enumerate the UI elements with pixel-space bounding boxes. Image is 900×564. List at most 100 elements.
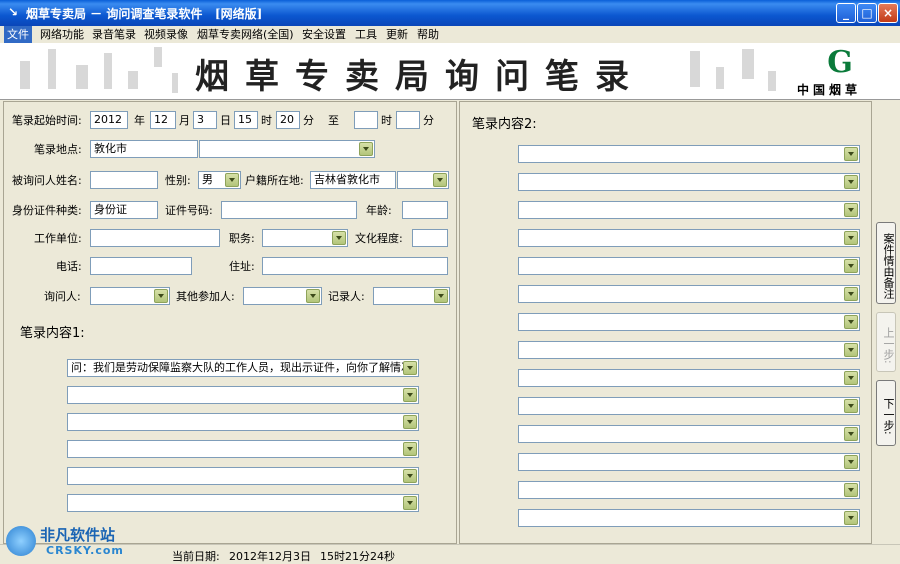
content2-line[interactable]: [518, 453, 860, 471]
recorder-select[interactable]: [373, 287, 450, 305]
work-input[interactable]: [90, 229, 220, 247]
chevron-down-icon[interactable]: [844, 455, 858, 469]
chevron-down-icon[interactable]: [844, 175, 858, 189]
content1-line[interactable]: [67, 467, 419, 485]
chevron-down-icon[interactable]: [844, 231, 858, 245]
id-type-input[interactable]: 身份证: [90, 201, 158, 219]
year-input[interactable]: 2012: [90, 111, 128, 129]
app-icon: ↘: [7, 5, 19, 19]
chevron-down-icon[interactable]: [844, 315, 858, 329]
content1-line[interactable]: [67, 440, 419, 458]
content2-line[interactable]: [518, 397, 860, 415]
education-input[interactable]: [412, 229, 448, 247]
menu-network[interactable]: 网络功能: [37, 26, 87, 43]
header-banner: 烟草专卖局询问笔录 G 中国烟草: [0, 43, 900, 100]
chevron-down-icon[interactable]: [225, 173, 239, 187]
location-select[interactable]: [199, 140, 375, 158]
chevron-down-icon[interactable]: [844, 399, 858, 413]
age-input[interactable]: [402, 201, 448, 219]
chevron-down-icon[interactable]: [403, 496, 417, 510]
chevron-down-icon[interactable]: [844, 371, 858, 385]
day-input[interactable]: 3: [193, 111, 217, 129]
content1-line[interactable]: [67, 386, 419, 404]
residence-select[interactable]: [397, 171, 449, 189]
chevron-down-icon[interactable]: [844, 511, 858, 525]
content2-line[interactable]: [518, 369, 860, 387]
chevron-down-icon[interactable]: [332, 231, 346, 245]
chevron-down-icon[interactable]: [403, 361, 417, 375]
menu-tobacco-network[interactable]: 烟草专卖网络(全国): [194, 26, 297, 43]
watermark: 非凡软件站 CRSKY.com: [2, 520, 142, 564]
menu-help[interactable]: 帮助: [414, 26, 442, 43]
location-input[interactable]: 敦化市: [90, 140, 198, 158]
left-panel: 笔录起始时间: 2012 年 12 月 3 日 15 时 20 分 至 时 分 …: [3, 101, 457, 544]
watermark-name: 非凡软件站: [40, 526, 116, 544]
content1-line[interactable]: [67, 413, 419, 431]
menu-file[interactable]: 文件: [4, 26, 32, 43]
content2-line[interactable]: [518, 173, 860, 191]
content1-title: 笔录内容1:: [20, 326, 85, 341]
prev-step-button[interactable]: 上一步:: [876, 312, 896, 372]
chevron-down-icon[interactable]: [844, 259, 858, 273]
address-input[interactable]: [262, 257, 448, 275]
others-select[interactable]: [243, 287, 322, 305]
month-unit: 月: [179, 114, 190, 127]
residence-input[interactable]: 吉林省敦化市: [310, 171, 396, 189]
chevron-down-icon[interactable]: [844, 287, 858, 301]
gender-select[interactable]: 男: [198, 171, 241, 189]
chevron-down-icon[interactable]: [844, 343, 858, 357]
age-label: 年龄:: [366, 204, 392, 217]
chevron-down-icon[interactable]: [359, 142, 373, 156]
chevron-down-icon[interactable]: [844, 483, 858, 497]
content2-line[interactable]: [518, 313, 860, 331]
position-select[interactable]: [262, 229, 348, 247]
chevron-down-icon[interactable]: [844, 427, 858, 441]
name-input[interactable]: [90, 171, 158, 189]
interviewer-select[interactable]: [90, 287, 170, 305]
id-number-label: 证件号码:: [165, 204, 213, 217]
chevron-down-icon[interactable]: [306, 289, 320, 303]
content2-line[interactable]: [518, 481, 860, 499]
end-minute-input[interactable]: [396, 111, 420, 129]
minute-input[interactable]: 20: [276, 111, 300, 129]
menu-audio-record[interactable]: 录音笔录: [89, 26, 139, 43]
menu-security[interactable]: 安全设置: [299, 26, 349, 43]
chevron-down-icon[interactable]: [844, 147, 858, 161]
menu-tools[interactable]: 工具: [352, 26, 380, 43]
gender-select-value: 男: [202, 173, 213, 186]
phone-input[interactable]: [90, 257, 192, 275]
content1-line[interactable]: [67, 494, 419, 512]
content2-line[interactable]: [518, 257, 860, 275]
content2-line[interactable]: [518, 341, 860, 359]
chevron-down-icon[interactable]: [403, 388, 417, 402]
chevron-down-icon[interactable]: [403, 442, 417, 456]
chevron-down-icon[interactable]: [434, 289, 448, 303]
case-notes-button[interactable]: 案件情由备注: [876, 222, 896, 304]
chevron-down-icon[interactable]: [433, 173, 447, 187]
chevron-down-icon[interactable]: [403, 469, 417, 483]
menu-update[interactable]: 更新: [383, 26, 411, 43]
menu-video[interactable]: 视频录像: [141, 26, 191, 43]
content1-line[interactable]: 问：我们是劳动保障监察大队的工作人员，现出示证件，向你了解情况，: [67, 359, 419, 377]
content2-line[interactable]: [518, 201, 860, 219]
chevron-down-icon[interactable]: [154, 289, 168, 303]
content2-line[interactable]: [518, 285, 860, 303]
content2-line[interactable]: [518, 509, 860, 527]
status-date-label: 当前日期:: [172, 550, 220, 563]
chevron-down-icon[interactable]: [403, 415, 417, 429]
next-step-button[interactable]: 下一步:: [876, 380, 896, 446]
month-input[interactable]: 12: [150, 111, 176, 129]
close-button[interactable]: ×: [878, 3, 898, 23]
content2-title: 笔录内容2:: [472, 117, 537, 132]
content2-line[interactable]: [518, 229, 860, 247]
id-number-input[interactable]: [221, 201, 357, 219]
minimize-button[interactable]: _: [836, 3, 856, 23]
end-minute-unit: 分: [423, 114, 434, 127]
maximize-button[interactable]: □: [857, 3, 877, 23]
content2-line[interactable]: [518, 145, 860, 163]
end-hour-input[interactable]: [354, 111, 378, 129]
chevron-down-icon[interactable]: [844, 203, 858, 217]
title-bar[interactable]: ↘ 烟草专卖局 － 询问调查笔录软件 [网络版] _ □ ×: [0, 0, 900, 26]
hour-input[interactable]: 15: [234, 111, 258, 129]
content2-line[interactable]: [518, 425, 860, 443]
